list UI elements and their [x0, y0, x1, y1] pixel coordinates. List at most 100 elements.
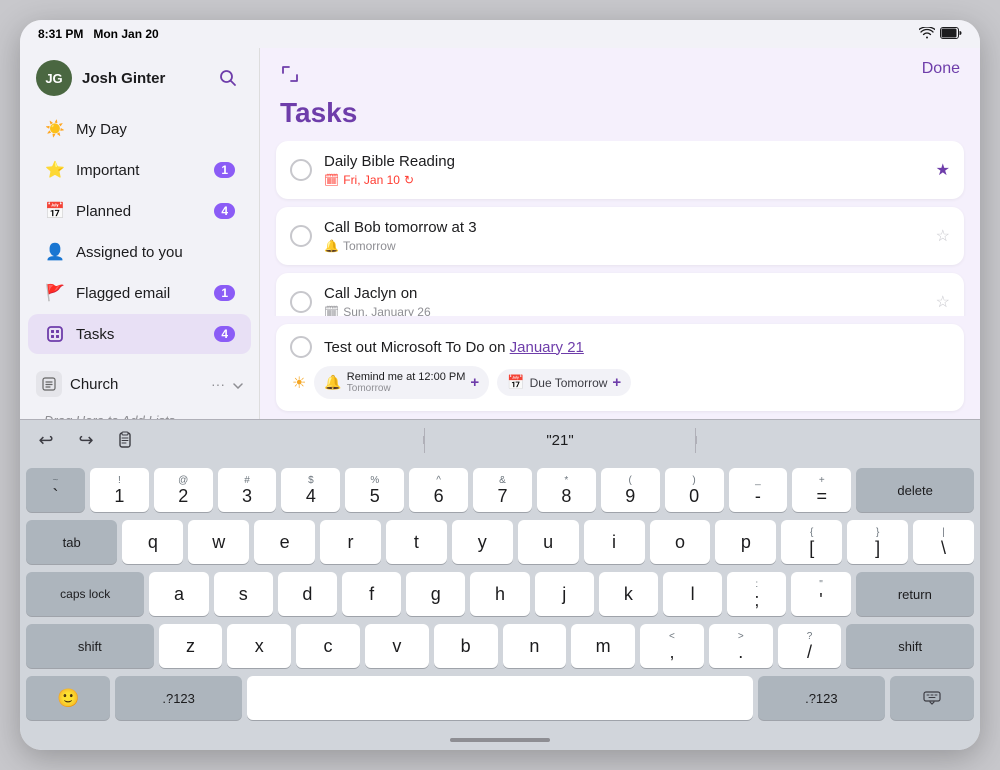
key-equals[interactable]: += [792, 468, 851, 512]
key-b[interactable]: b [434, 624, 498, 668]
key-3[interactable]: #3 [218, 468, 277, 512]
undo-button[interactable]: ↩ [32, 426, 60, 454]
key-bracket-right[interactable]: }] [847, 520, 908, 564]
done-button[interactable]: Done [922, 60, 960, 78]
due-plus-icon[interactable]: + [612, 374, 621, 391]
key-j[interactable]: j [535, 572, 594, 616]
task-star-2[interactable]: ☆ [936, 226, 950, 246]
key-4[interactable]: $4 [281, 468, 340, 512]
tasks-badge: 4 [214, 326, 235, 342]
key-6[interactable]: ^6 [409, 468, 468, 512]
key-f[interactable]: f [342, 572, 401, 616]
key-y[interactable]: y [452, 520, 513, 564]
key-w[interactable]: w [188, 520, 249, 564]
key-s[interactable]: s [214, 572, 273, 616]
new-task-date-link[interactable]: January 21 [510, 339, 584, 356]
shift-right-key[interactable]: shift [846, 624, 974, 668]
key-h[interactable]: h [470, 572, 529, 616]
key-x[interactable]: x [227, 624, 291, 668]
key-p[interactable]: p [715, 520, 776, 564]
tab-key[interactable]: tab [26, 520, 117, 564]
return-key[interactable]: return [856, 572, 974, 616]
key-tilde-grave[interactable]: ~` [26, 468, 85, 512]
paste-button[interactable] [112, 426, 140, 454]
key-c[interactable]: c [296, 624, 360, 668]
redo-button[interactable]: ↪ [72, 426, 100, 454]
nav-label-planned: Planned [76, 203, 214, 220]
key-g[interactable]: g [406, 572, 465, 616]
key-comma[interactable]: <, [640, 624, 704, 668]
keyboard-hide-key[interactable] [890, 676, 974, 720]
sun-icon: ☀️ [44, 118, 66, 140]
sidebar-item-my-day[interactable]: ☀️ My Day [28, 109, 251, 149]
nav-label-important: Important [76, 162, 214, 179]
emoji-key[interactable]: 🙂 [26, 676, 110, 720]
task-star-3[interactable]: ☆ [936, 292, 950, 312]
suggestion-right[interactable] [696, 436, 968, 444]
dot-question-right-key[interactable]: .?123 [758, 676, 885, 720]
key-period[interactable]: >. [709, 624, 773, 668]
more-icon[interactable]: ··· [211, 376, 225, 392]
key-i[interactable]: i [584, 520, 645, 564]
sidebar-item-assigned[interactable]: 👤 Assigned to you [28, 232, 251, 272]
new-task-text[interactable]: Test out Microsoft To Do on January 21 [324, 339, 950, 356]
shift-left-key[interactable]: shift [26, 624, 154, 668]
key-bracket-left[interactable]: {[ [781, 520, 842, 564]
key-9[interactable]: (9 [601, 468, 660, 512]
sidebar-header: JG Josh Ginter [20, 48, 259, 104]
new-task-checkbox[interactable] [290, 336, 312, 358]
bell-icon: 🔔 [324, 239, 339, 253]
key-q[interactable]: q [122, 520, 183, 564]
key-quote[interactable]: "' [791, 572, 850, 616]
key-t[interactable]: t [386, 520, 447, 564]
expand-icon[interactable] [280, 64, 300, 89]
caps-lock-key[interactable]: caps lock [26, 572, 144, 616]
dot-question-left-key[interactable]: .?123 [115, 676, 242, 720]
remind-plus-icon[interactable]: + [470, 374, 479, 391]
task-checkbox-1[interactable] [290, 159, 312, 181]
key-semicolon[interactable]: :; [727, 572, 786, 616]
remind-chip[interactable]: 🔔 Remind me at 12:00 PM Tomorrow + [314, 366, 489, 399]
key-7[interactable]: &7 [473, 468, 532, 512]
key-r[interactable]: r [320, 520, 381, 564]
church-section-header[interactable]: Church ··· [28, 363, 251, 405]
nav-label-tasks: Tasks [76, 326, 214, 343]
key-v[interactable]: v [365, 624, 429, 668]
key-1[interactable]: !1 [90, 468, 149, 512]
chevron-icon[interactable] [233, 376, 243, 392]
sidebar-item-planned[interactable]: 📅 Planned 4 [28, 191, 251, 231]
key-5[interactable]: %5 [345, 468, 404, 512]
task-checkbox-2[interactable] [290, 225, 312, 247]
key-u[interactable]: u [518, 520, 579, 564]
key-k[interactable]: k [599, 572, 658, 616]
sidebar-item-flagged[interactable]: 🚩 Flagged email 1 [28, 273, 251, 313]
suggestion-bar: "21" [152, 428, 968, 453]
key-a[interactable]: a [149, 572, 208, 616]
ipad-device: 8:31 PM Mon Jan 20 [20, 20, 980, 750]
sidebar-item-tasks[interactable]: Tasks 4 [28, 314, 251, 354]
suggestion-center[interactable]: "21" [424, 428, 697, 453]
key-m[interactable]: m [571, 624, 635, 668]
key-8[interactable]: *8 [537, 468, 596, 512]
key-2[interactable]: @2 [154, 468, 213, 512]
key-slash[interactable]: ?/ [778, 624, 842, 668]
due-chip[interactable]: 📅 Due Tomorrow + [497, 369, 631, 396]
key-n[interactable]: n [503, 624, 567, 668]
key-0[interactable]: )0 [665, 468, 724, 512]
nav-label-assigned: Assigned to you [76, 244, 235, 261]
key-e[interactable]: e [254, 520, 315, 564]
key-l[interactable]: l [663, 572, 722, 616]
task-item: Daily Bible Reading 🗓 Fri, Jan 10 ↻ ★ [276, 141, 964, 199]
search-button[interactable] [213, 63, 243, 93]
key-backslash[interactable]: |\ [913, 520, 974, 564]
key-o[interactable]: o [650, 520, 711, 564]
delete-key[interactable]: delete [856, 468, 974, 512]
task-checkbox-3[interactable] [290, 291, 312, 313]
task-star-1[interactable]: ★ [936, 160, 950, 180]
space-key[interactable] [247, 676, 753, 720]
suggestion-left[interactable] [152, 436, 424, 444]
key-z[interactable]: z [159, 624, 223, 668]
sidebar-item-important[interactable]: ⭐ Important 1 [28, 150, 251, 190]
key-d[interactable]: d [278, 572, 337, 616]
key-minus[interactable]: _- [729, 468, 788, 512]
